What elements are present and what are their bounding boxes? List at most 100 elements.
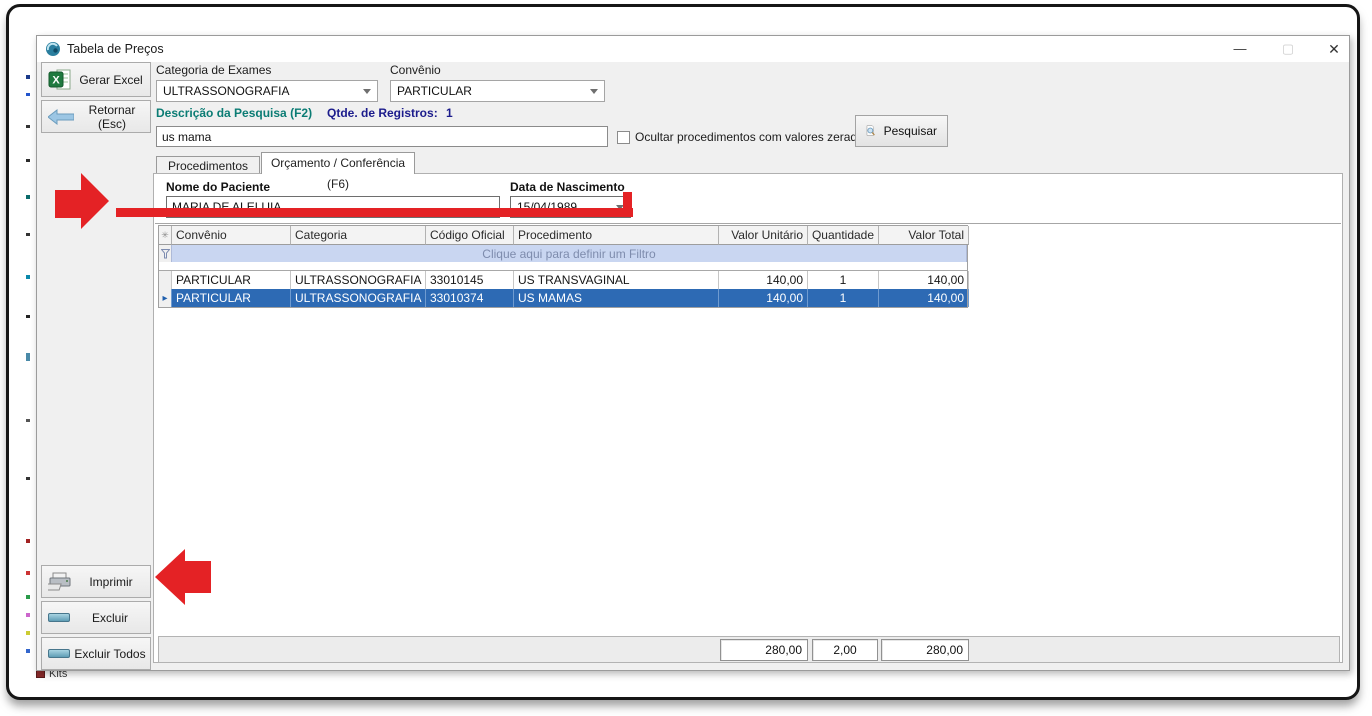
svg-text:X: X [52,75,60,87]
sliver-mark [26,477,30,480]
sliver-mark [26,595,30,599]
excluir-button[interactable]: Excluir [41,601,151,634]
close-button[interactable]: ✕ [1317,36,1351,62]
pesquisar-label: Pesquisar [884,124,937,138]
caret-right-icon: ▸ [162,293,167,304]
gerar-excel-button[interactable]: X Gerar Excel [41,62,151,97]
search-input-value: us mama [162,130,211,144]
column-header-convenio[interactable]: Convênio [172,226,291,245]
qtde-registros-value: 1 [446,106,453,120]
total-valor-unitario: 280,00 [720,639,808,661]
sliver-mark [26,315,30,318]
cell-procedimento[interactable]: US MAMAS [514,289,719,307]
retornar-label: Retornar (Esc) [74,103,150,131]
sliver-mark [26,93,30,96]
maximize-button[interactable]: ▢ [1271,36,1305,62]
app-window: Tabela de Preços — ▢ ✕ X Gerar Excel [36,35,1350,671]
sliver-mark [26,419,30,422]
cell-valor-total[interactable]: 140,00 [879,271,969,289]
screenshot-frame: Kits Tabela de Preços — ▢ ✕ [6,4,1360,700]
cell-valor-total[interactable]: 140,00 [879,289,969,307]
tab-procedimentos[interactable]: Procedimentos (F5) [156,156,260,174]
funnel-icon [161,249,170,259]
row-gutter [159,271,172,289]
sliver-mark [26,159,30,162]
convenio-select[interactable]: PARTICULAR [390,80,605,102]
cell-procedimento[interactable]: US TRANSVAGINAL [514,271,719,289]
hide-zero-checkbox-label: Ocultar procedimentos com valores zerado… [635,130,870,144]
asterisk-icon: ✳ [161,230,169,241]
excluir-todos-label: Excluir Todos [70,647,150,661]
cell-codigo[interactable]: 33010145 [426,271,514,289]
column-header-valor-total[interactable]: Valor Total [879,226,969,245]
cell-valor-unitario[interactable]: 140,00 [719,289,808,307]
sliver-mark [26,353,30,361]
filter-gutter [159,245,172,262]
cell-categoria[interactable]: ULTRASSONOGRAFIA [291,271,426,289]
sliver-mark [26,275,30,279]
column-header-quantidade[interactable]: Quantidade [808,226,879,245]
filter-row-text[interactable]: Clique aqui para definir um Filtro [172,245,967,262]
grid-footer: 280,00 2,00 280,00 [158,636,1340,663]
qtde-registros-label: Qtde. de Registros: [327,106,438,120]
imprimir-button[interactable]: Imprimir [41,565,151,598]
excluir-todos-bar-icon [48,649,70,658]
annotation-underline [116,208,633,217]
pesquisar-button[interactable]: Pesquisar [855,115,948,147]
total-valor-unitario-value: 280,00 [765,643,802,657]
annotation-arrow-right-icon [55,173,109,229]
sliver-mark [26,233,30,236]
excel-icon: X [48,68,72,91]
gerar-excel-label: Gerar Excel [72,73,150,87]
table-row-selected[interactable]: ▸ PARTICULAR ULTRASSONOGRAFIA 33010374 U… [159,289,967,307]
cell-codigo[interactable]: 33010374 [426,289,514,307]
total-valor-total: 280,00 [881,639,969,661]
retornar-button[interactable]: Retornar (Esc) [41,100,151,133]
printer-icon [48,572,72,592]
categoria-exames-value: ULTRASSONOGRAFIA [163,84,289,98]
annotation-underline-tick [623,192,632,217]
cell-convenio[interactable]: PARTICULAR [172,271,291,289]
imprimir-label: Imprimir [72,575,150,589]
row-gutter: ▸ [159,289,172,307]
tab-orcamento-conferencia[interactable]: Orçamento / Conferência (F6) [261,152,415,174]
column-header-valor-unitario[interactable]: Valor Unitário [719,226,808,245]
cell-categoria[interactable]: ULTRASSONOGRAFIA [291,289,426,307]
nome-paciente-label: Nome do Paciente [166,180,270,194]
table-row[interactable]: PARTICULAR ULTRASSONOGRAFIA 33010145 US … [159,271,967,289]
chevron-down-icon [363,89,371,94]
kits-icon [36,670,45,678]
total-valor-total-value: 280,00 [926,643,963,657]
cell-quantidade[interactable]: 1 [808,289,879,307]
sliver-mark [26,649,30,653]
sliver-mark [26,571,30,575]
sliver-mark [26,539,30,543]
title-bar[interactable]: Tabela de Preços — ▢ ✕ [37,36,1349,62]
categoria-exames-select[interactable]: ULTRASSONOGRAFIA [156,80,378,102]
procedures-grid: ✳ Convênio Categoria Código Oficial Proc… [158,225,968,308]
grid-filter-row[interactable]: Clique aqui para definir um Filtro [159,245,967,262]
search-input[interactable]: us mama [156,126,608,147]
excluir-bar-icon [48,613,70,622]
excluir-label: Excluir [70,611,150,625]
background-window-sliver [26,47,31,657]
sliver-mark [26,125,30,128]
column-header-procedimento[interactable]: Procedimento [514,226,719,245]
minimize-button[interactable]: — [1223,36,1257,62]
convenio-value: PARTICULAR [397,84,472,98]
cell-valor-unitario[interactable]: 140,00 [719,271,808,289]
column-header-categoria[interactable]: Categoria [291,226,426,245]
arrow-left-icon [48,109,74,125]
data-nascimento-label: Data de Nascimento [510,180,625,194]
search-document-icon [866,119,876,143]
excluir-todos-button[interactable]: Excluir Todos [41,637,151,670]
total-quantidade-value: 2,00 [833,643,856,657]
categoria-exames-label: Categoria de Exames [156,63,271,77]
column-header-codigo-oficial[interactable]: Código Oficial [426,226,514,245]
sliver-mark [26,75,30,79]
cell-convenio[interactable]: PARTICULAR [172,289,291,307]
hide-zero-checkbox[interactable] [617,131,630,144]
cell-quantidade[interactable]: 1 [808,271,879,289]
grid-header-row: ✳ Convênio Categoria Código Oficial Proc… [159,226,967,245]
total-quantidade: 2,00 [812,639,878,661]
